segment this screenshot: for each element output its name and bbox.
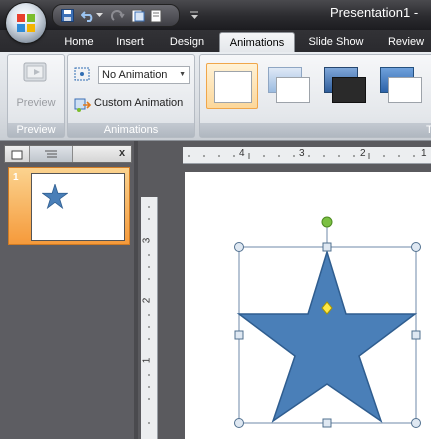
rotation-handle[interactable] [321, 216, 333, 228]
resize-handle-bottom-right[interactable] [411, 418, 421, 428]
office-logo-icon [17, 14, 35, 32]
resize-handle-bottom[interactable] [322, 418, 332, 428]
resize-handle-top[interactable] [322, 242, 332, 252]
resize-handle-right[interactable] [411, 330, 421, 340]
selection-overlay [234, 216, 421, 428]
star-shape[interactable] [236, 249, 418, 423]
resize-handle-top-right[interactable] [411, 242, 421, 252]
office-button[interactable] [6, 3, 46, 43]
resize-handle-bottom-left[interactable] [234, 418, 244, 428]
resize-handle-top-left[interactable] [234, 242, 244, 252]
resize-handle-left[interactable] [234, 330, 244, 340]
